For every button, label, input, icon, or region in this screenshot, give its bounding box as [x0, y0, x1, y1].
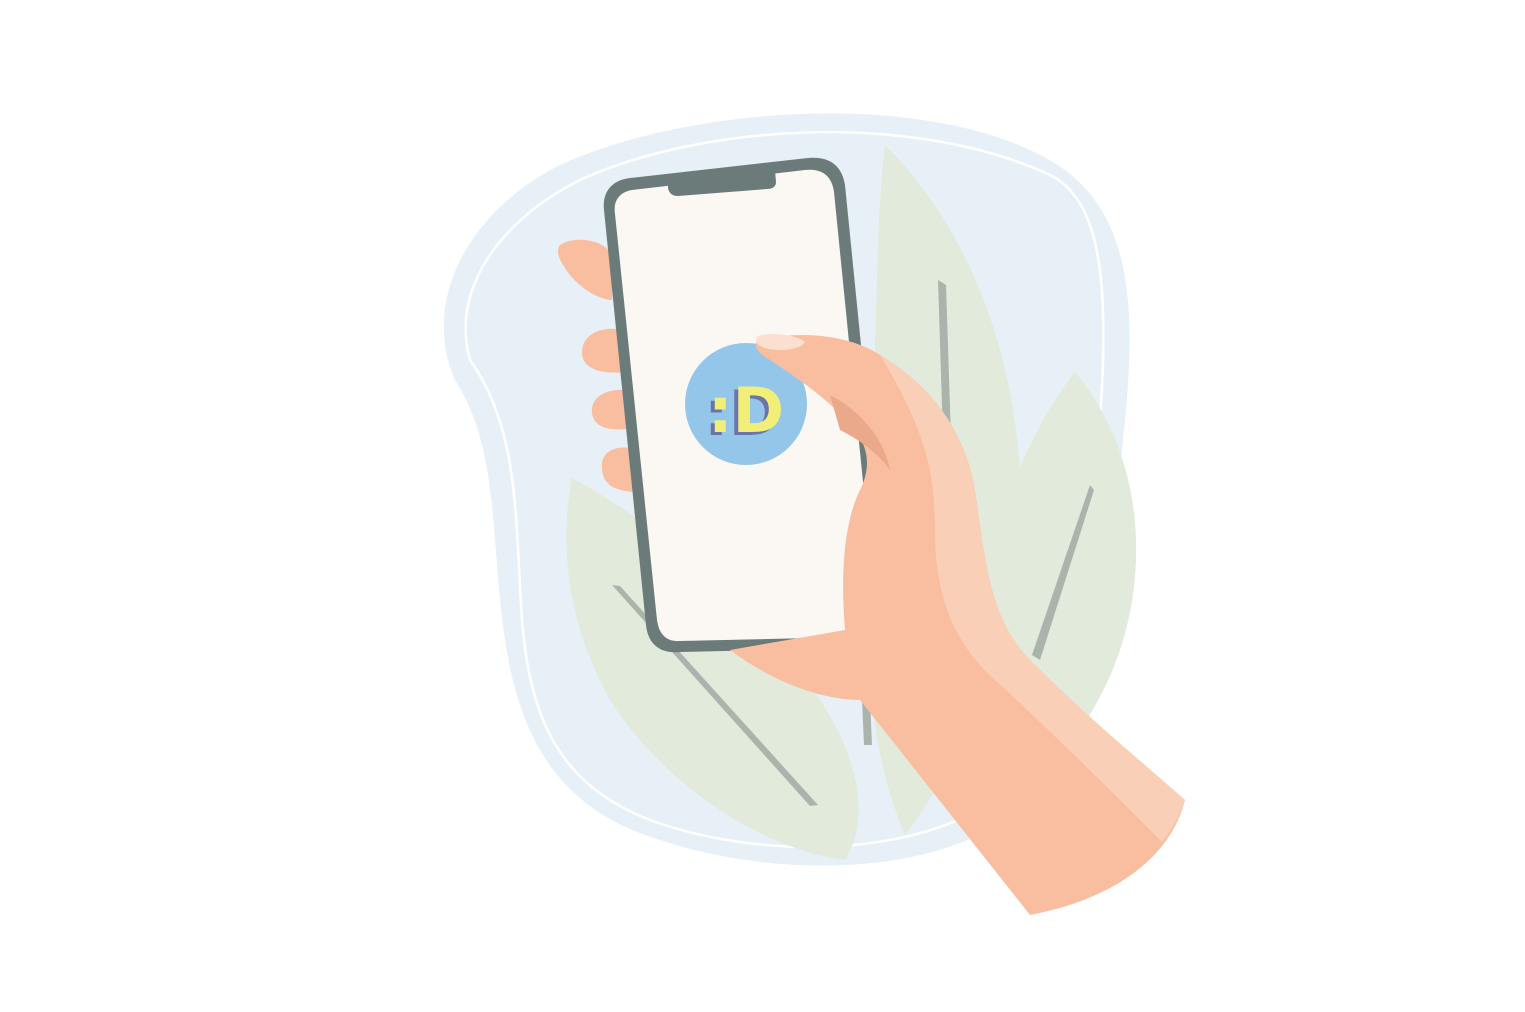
illustration-canvas: :D :D: [443, 113, 1185, 915]
app-logo-text: :D: [708, 374, 784, 447]
